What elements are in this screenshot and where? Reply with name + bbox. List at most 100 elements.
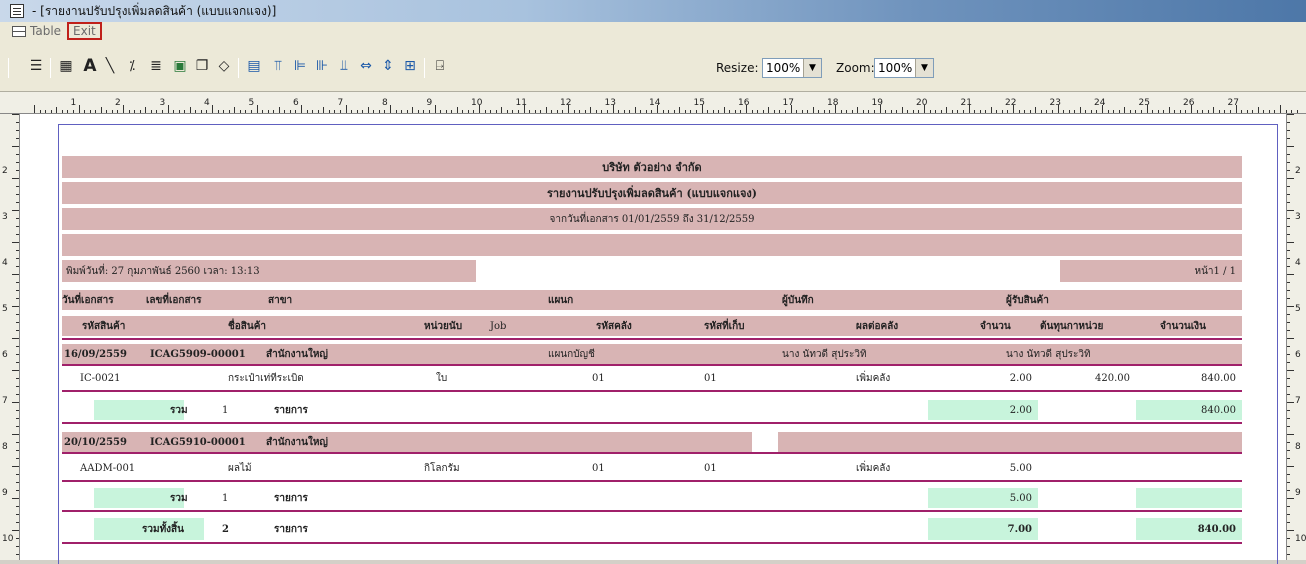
grand-total-qty[interactable]: 7.00 [928, 518, 1038, 540]
ruler-tick [1287, 170, 1290, 171]
item-warehouse[interactable]: 01 [592, 458, 605, 478]
item-name[interactable]: ผลไม้ [228, 458, 252, 478]
item-unit[interactable]: ใบ [436, 368, 447, 388]
align-top-icon[interactable]: ⫪ [268, 56, 288, 76]
header-unit[interactable]: หน่วยนับ [424, 316, 462, 336]
chevron-down-icon[interactable]: ▼ [803, 59, 821, 77]
ruler-tick [16, 482, 19, 483]
resize-select[interactable]: 100% ▼ [762, 58, 822, 78]
same-width-icon[interactable]: ⇔ [356, 56, 376, 76]
item-location[interactable]: 01 [704, 368, 717, 388]
vertical-ruler-right[interactable]: 2 3 4 5 6 7 8 9 10 [1286, 114, 1306, 560]
percent-icon[interactable]: ⁒ [122, 56, 142, 76]
grand-total-label[interactable]: รวมทั้งสิ้น [142, 518, 184, 540]
header-dept[interactable]: แผนก [548, 290, 573, 310]
sum-label[interactable]: รวม [170, 488, 188, 508]
item-amount[interactable]: 840.00 [1136, 368, 1242, 388]
header-doc-date[interactable]: วันที่เอกสาร [62, 290, 114, 310]
zoom-select[interactable]: 100% ▼ [874, 58, 934, 78]
align-bottom-icon[interactable]: ⫫ [334, 56, 354, 76]
ruler-tick [896, 110, 898, 113]
eraser-icon[interactable]: ◇ [214, 56, 234, 76]
header-amount[interactable]: จำนวนเงิน [1160, 316, 1206, 336]
chart-icon[interactable]: ▤ [244, 56, 264, 76]
report-title[interactable]: รายงานปรับปรุงเพิ่มลดสินค้า (แบบแจกแจง) [62, 182, 1242, 204]
sum-unit[interactable]: รายการ [274, 488, 308, 508]
line-tool-icon[interactable]: ╲ [100, 56, 120, 76]
exit-door-icon[interactable]: ⍈ [430, 56, 450, 76]
same-height-icon[interactable]: ⇕ [378, 56, 398, 76]
align-left-icon[interactable]: ⊫ [290, 56, 310, 76]
vertical-ruler-left[interactable]: 2 3 4 5 6 7 8 9 10 [0, 114, 20, 560]
same-size-icon[interactable]: ⊞ [400, 56, 420, 76]
image-icon[interactable]: ▣ [170, 56, 190, 76]
header-recorder[interactable]: ผู้บันทึก [782, 290, 814, 310]
align-right-icon[interactable]: ⊪ [312, 56, 332, 76]
menu-exit[interactable]: Exit [67, 22, 102, 40]
grand-total-count[interactable]: 2 [222, 518, 229, 540]
horizontal-ruler[interactable]: 1 2 3 4 5 6 7 8 9 10 11 12 13 14 15 16 17 18 19 20 21 22 23 24 2… [0, 92, 1306, 114]
item-name[interactable]: กระเป๋าเท่ทีระเบิด [228, 368, 304, 388]
item-location[interactable]: 01 [704, 458, 717, 478]
header-item-code[interactable]: รหัสสินค้า [82, 316, 125, 336]
header-doc-no[interactable]: เลขที่เอกสาร [146, 290, 202, 310]
text-tool-icon[interactable]: A [80, 56, 100, 76]
grid-table-icon[interactable]: ▦ [56, 56, 76, 76]
print-date[interactable]: พิมพ์วันที่: 27 กุมภาพันธ์ 2560 เวลา: 13… [62, 260, 476, 282]
header-warehouse[interactable]: รหัสคลัง [596, 316, 632, 336]
header-effect[interactable]: ผลต่อคลัง [856, 316, 898, 336]
sum-qty[interactable]: 5.00 [928, 488, 1038, 508]
item-effect[interactable]: เพิ่มคลัง [856, 458, 890, 478]
sum-unit[interactable]: รายการ [274, 400, 308, 420]
header-job[interactable]: Job [490, 316, 506, 336]
ruler-number: 4 [204, 98, 210, 108]
doc-dept[interactable]: แผนกบัญชี [548, 344, 595, 364]
doc-no[interactable]: ICAG5909-00001 [150, 344, 246, 364]
doc-branch[interactable]: สำนักงานใหญ่ [266, 432, 328, 452]
item-unit-cost[interactable]: 420.00 [1038, 368, 1136, 388]
ruler-tick [1213, 107, 1215, 113]
copy-icon[interactable]: ❐ [192, 56, 212, 76]
item-effect[interactable]: เพิ่มคลัง [856, 368, 890, 388]
header-unit-cost[interactable]: ต้นทุนกาหน่วย [1040, 316, 1103, 336]
sum-qty[interactable]: 2.00 [928, 400, 1038, 420]
doc-no[interactable]: ICAG5910-00001 [150, 432, 246, 452]
item-qty[interactable]: 5.00 [928, 458, 1038, 478]
align-icon[interactable]: ☰ [26, 56, 46, 76]
sum-count[interactable]: 1 [222, 400, 228, 420]
grand-total-amount[interactable]: 840.00 [1136, 518, 1242, 540]
header-qty[interactable]: จำนวน [980, 316, 1011, 336]
sum-amount[interactable]: 840.00 [1136, 400, 1242, 420]
doc-branch[interactable]: สำนักงานใหญ่ [266, 344, 328, 364]
menu-table[interactable]: Table [12, 22, 61, 40]
item-code[interactable]: AADM-001 [80, 458, 135, 478]
page-number[interactable]: หน้า1 / 1 [1060, 260, 1242, 282]
doc-recorder[interactable]: นาง นัทวดี สุประวิทิ [782, 344, 867, 364]
doc-date[interactable]: 20/10/2559 [64, 432, 127, 452]
header-item-name[interactable]: ชื่อสินค้า [228, 316, 266, 336]
chevron-down-icon[interactable]: ▼ [915, 59, 933, 77]
ruler-tick [16, 394, 19, 395]
item-qty[interactable]: 2.00 [928, 368, 1038, 388]
ruler-tick [1287, 122, 1290, 123]
sum-label[interactable]: รวม [170, 400, 188, 420]
ruler-tick [796, 110, 798, 113]
header-branch[interactable]: สาขา [268, 290, 292, 310]
item-code[interactable]: IC-0021 [80, 368, 120, 388]
company-name[interactable]: บริษัท ตัวอย่าง จำกัด [62, 156, 1242, 178]
doc-receiver[interactable]: นาง นัทวดี สุประวิทิ [1006, 344, 1091, 364]
doc-date[interactable]: 16/09/2559 [64, 344, 127, 364]
ruler-tick [1287, 114, 1294, 115]
header-location[interactable]: รหัสที่เก็บ [704, 316, 744, 336]
header-receiver[interactable]: ผู้รับสินค้า [1006, 290, 1049, 310]
grand-total-unit[interactable]: รายการ [274, 518, 308, 540]
formula-icon[interactable]: ≣ [146, 56, 166, 76]
ruler-number: 10 [1295, 534, 1306, 544]
ruler-number: 6 [293, 98, 299, 108]
item-warehouse[interactable]: 01 [592, 368, 605, 388]
ruler-tick [12, 114, 19, 115]
sum-count[interactable]: 1 [222, 488, 228, 508]
blank-header-row[interactable] [62, 234, 1242, 256]
item-unit[interactable]: กิโลกรัม [424, 458, 460, 478]
date-range[interactable]: จากวันที่เอกสาร 01/01/2559 ถึง 31/12/255… [62, 208, 1242, 230]
